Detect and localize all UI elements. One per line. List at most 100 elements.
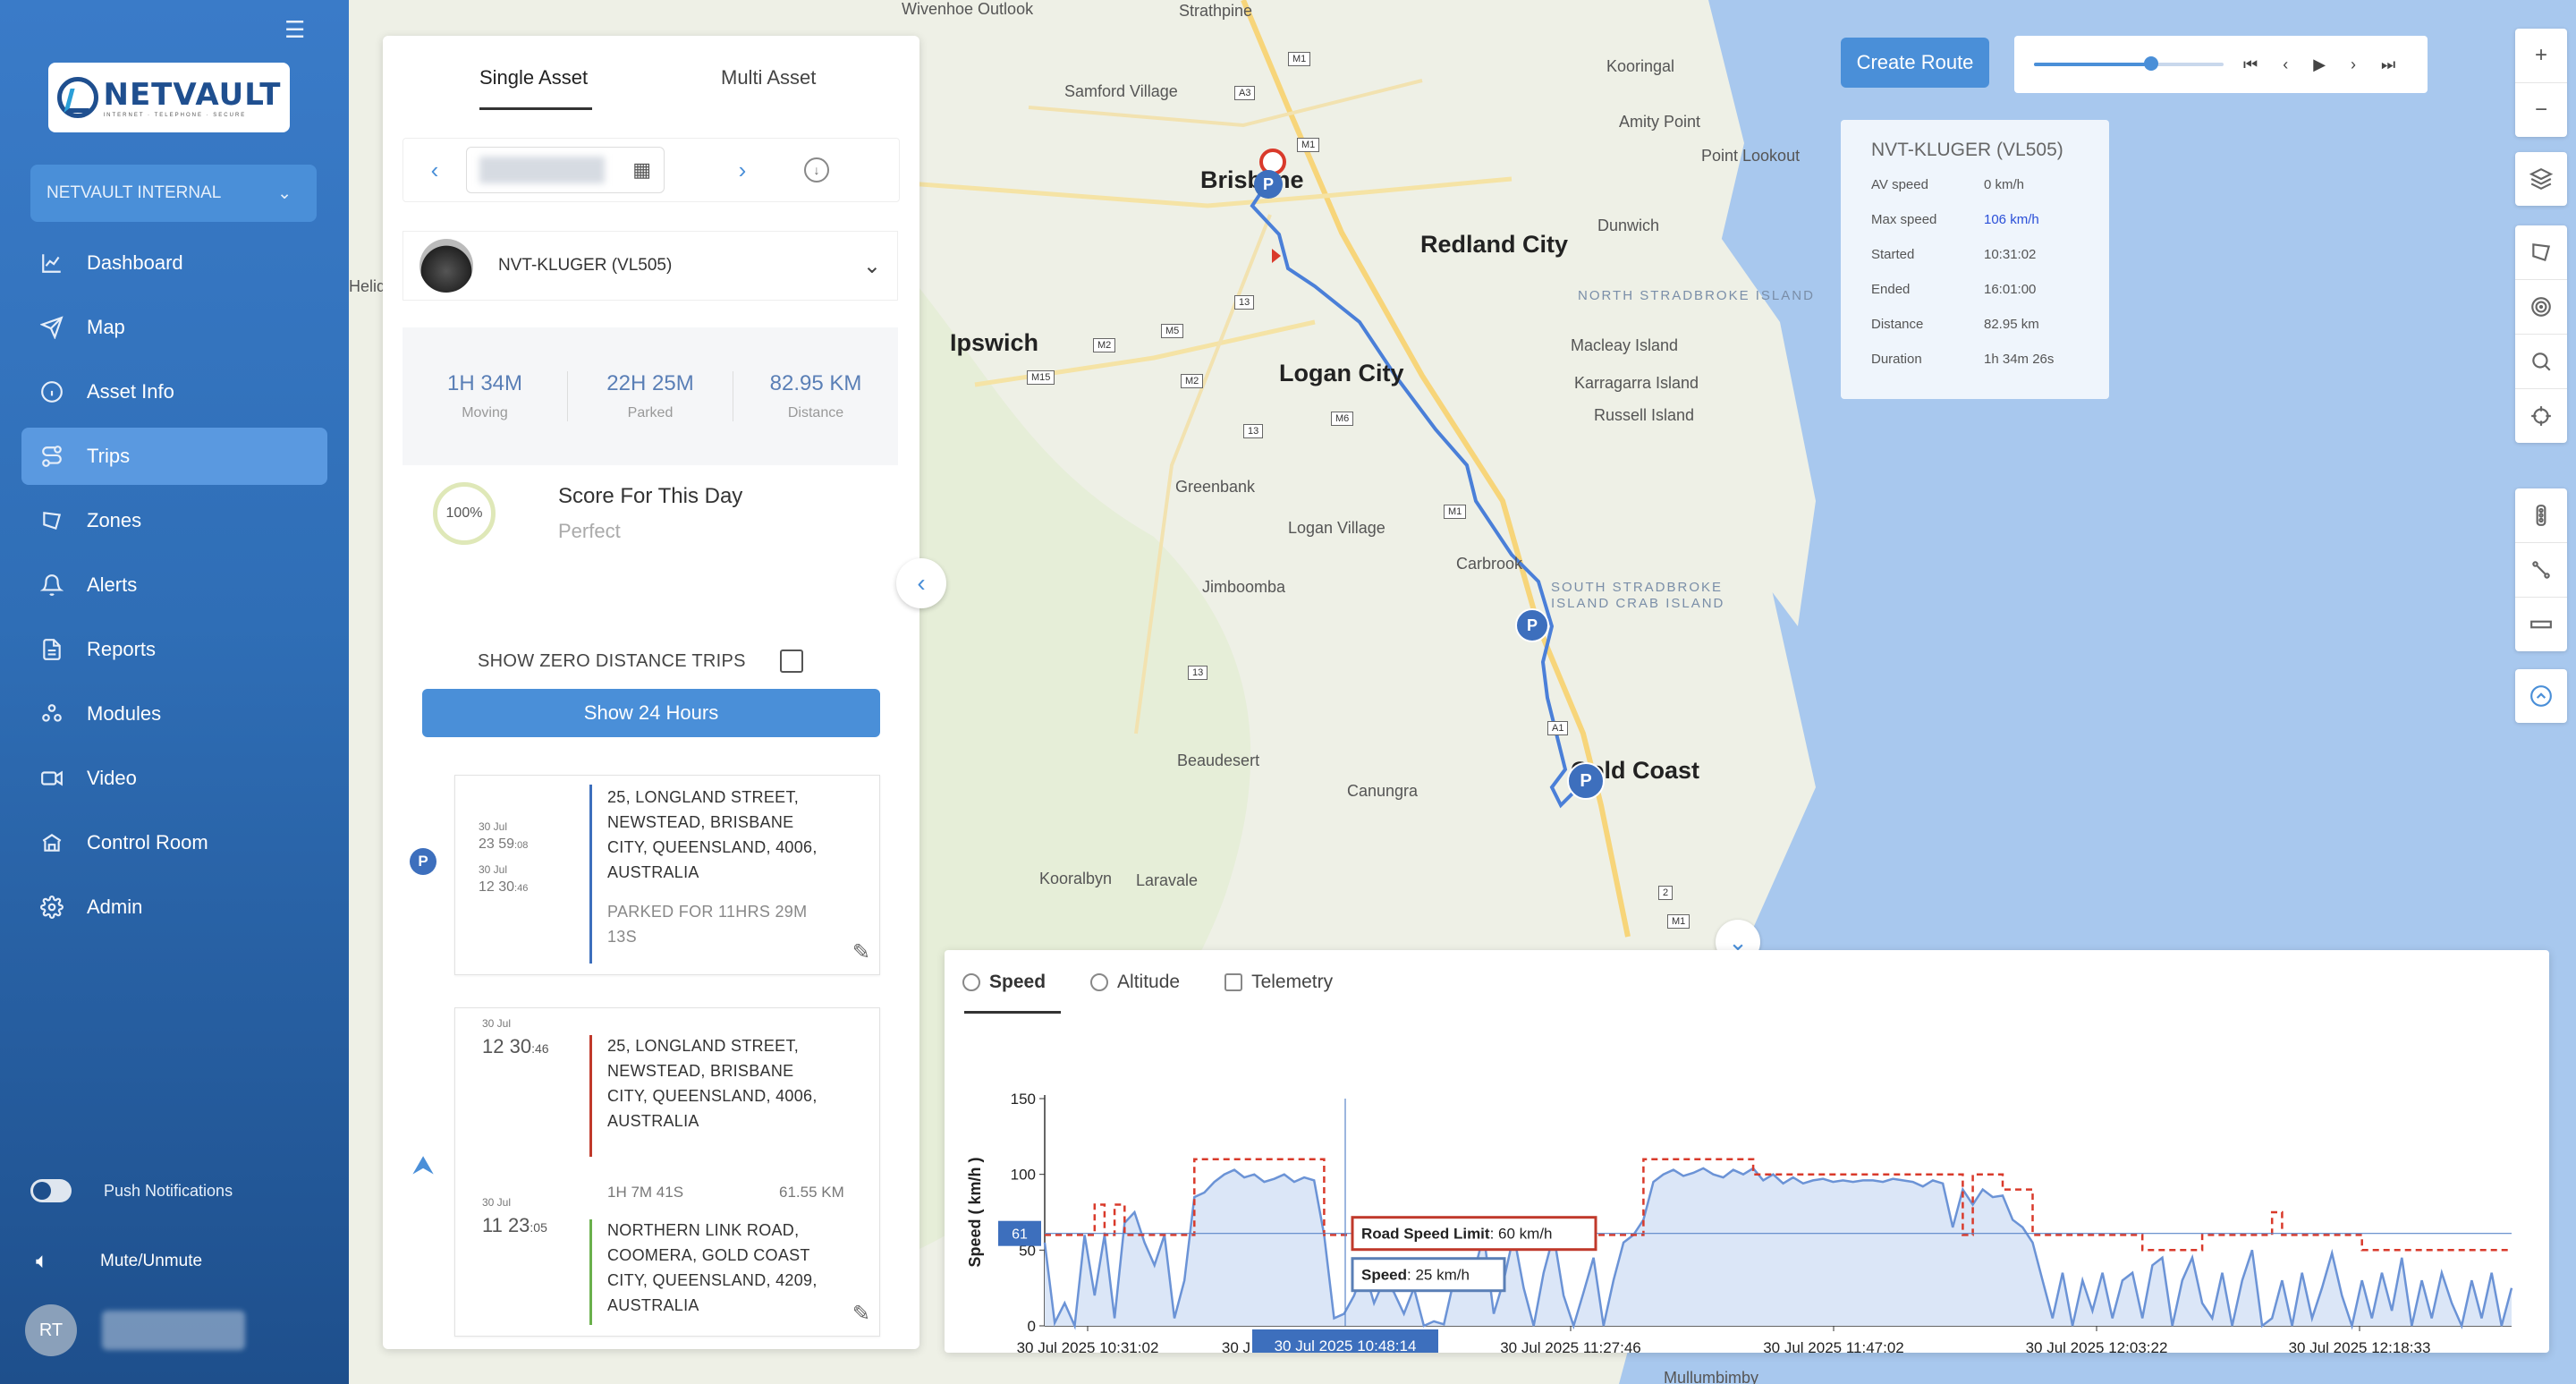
day-score: 100% Score For This Day Perfect [433, 469, 880, 558]
show-24-hours-button[interactable]: Show 24 Hours [422, 689, 880, 737]
step-back-icon[interactable]: ‹ [2283, 55, 2288, 74]
traffic-light-icon[interactable] [2515, 488, 2567, 543]
calendar-icon: ▦ [632, 158, 651, 181]
stat-distance: 82.95 KM Distance [733, 371, 898, 421]
zoom-out-icon[interactable]: − [2515, 83, 2567, 137]
edit-icon[interactable]: ✎ [852, 1301, 870, 1327]
road-shield: M1 [1297, 138, 1320, 152]
map-collapse-tools [2515, 669, 2567, 723]
sidebar-item-control-room[interactable]: Control Room [21, 814, 327, 871]
end-time: 12 30:46 [479, 879, 529, 895]
tab-telemetry[interactable]: Telemetry [1224, 972, 1333, 993]
ruler-icon[interactable] [2515, 598, 2567, 651]
tab-altitude[interactable]: Altitude [1090, 972, 1180, 993]
asset-mode-tabs: Single Asset Multi Asset [383, 66, 919, 120]
speed-chart[interactable]: 050100150Speed ( km/h )30 Jul 2025 10:31… [945, 1022, 2549, 1353]
skip-to-end-icon[interactable]: ⏭ [2381, 55, 2395, 74]
parked-card[interactable]: 30 Jul 23 59:08 30 Jul 12 30:46 25, LONG… [454, 775, 880, 975]
video-icon [39, 766, 64, 791]
chevron-up-circle-icon[interactable] [2515, 669, 2567, 723]
push-notifications-toggle[interactable] [30, 1179, 72, 1202]
date-picker-field[interactable]: ▦ [466, 147, 665, 193]
map-water-label: NORTH STRADBROKE ISLAND [1578, 288, 1815, 303]
zoom-in-icon[interactable]: + [2515, 29, 2567, 83]
road-shield: A1 [1547, 721, 1569, 735]
info-value: 0 km/h [1984, 177, 2025, 192]
sidebar-item-zones[interactable]: Zones [21, 492, 327, 549]
chevron-down-icon: ⌄ [277, 183, 292, 203]
edit-icon[interactable]: ✎ [852, 939, 870, 965]
tab-label: Speed [989, 972, 1046, 992]
sidebar-item-asset-info[interactable]: Asset Info [21, 363, 327, 420]
search-location-icon[interactable] [2515, 335, 2567, 389]
user-profile[interactable]: RT [25, 1304, 245, 1356]
sidebar-item-admin[interactable]: Admin [21, 879, 327, 936]
tab-single-asset[interactable]: Single Asset [479, 66, 588, 89]
map-place-label: Wivenhoe Outlook [902, 0, 1034, 18]
previous-day-icon[interactable]: ‹ [403, 157, 466, 184]
map-place-label: Mullumbimby [1664, 1369, 1759, 1384]
info-key: Max speed [1871, 212, 1937, 227]
geofence-icon[interactable] [2515, 280, 2567, 335]
stat-label: Moving [462, 405, 508, 420]
road-shield: 2 [1658, 886, 1674, 900]
organization-select[interactable]: NETVAULT INTERNAL ⌄ [30, 165, 317, 222]
tab-multi-asset[interactable]: Multi Asset [721, 66, 816, 89]
download-icon[interactable]: ↓ [804, 157, 829, 183]
sidebar-item-modules[interactable]: Modules [21, 685, 327, 743]
map-place-label: Ipswich [950, 329, 1039, 356]
draw-zone-icon[interactable] [2515, 225, 2567, 280]
score-subtitle: Perfect [558, 520, 621, 542]
road-shield: 13 [1234, 295, 1255, 310]
stat-label: Parked [627, 405, 674, 420]
zoom-controls: + − [2515, 29, 2567, 137]
info-value: 106 km/h [1984, 212, 2039, 227]
collapse-panel-button[interactable]: ‹ [896, 558, 946, 608]
chart-tabs: Speed Altitude Telemetry [962, 972, 1333, 993]
chart-line-icon [39, 250, 64, 276]
map-place-label: Greenbank [1175, 478, 1256, 496]
sidebar-item-dashboard[interactable]: Dashboard [21, 234, 327, 292]
stat-parked: 22H 25M Parked [568, 371, 733, 421]
parking-marker-icon[interactable]: P [1515, 608, 1549, 642]
create-route-button[interactable]: Create Route [1841, 38, 1989, 88]
skip-to-start-icon[interactable]: ⏮ [2243, 55, 2258, 74]
asset-selector[interactable]: NVT-KLUGER (VL505) ⌄ [402, 231, 898, 301]
tab-speed[interactable]: Speed [962, 972, 1046, 993]
speed-area [1045, 1167, 2512, 1326]
parking-marker-icon[interactable]: P [1567, 762, 1605, 800]
play-icon[interactable]: ▶ [2313, 55, 2326, 74]
layers-icon[interactable] [2515, 152, 2567, 206]
map-draw-tools [2515, 225, 2567, 443]
user-name-redacted [102, 1311, 245, 1350]
sidebar-item-video[interactable]: Video [21, 750, 327, 807]
sidebar-item-trips[interactable]: Trips [21, 428, 327, 485]
map-water-label: SOUTH STRADBROKE ISLAND CRAB ISLAND [1551, 580, 1725, 611]
step-forward-icon[interactable]: › [2351, 55, 2356, 74]
speedometer-icon [962, 973, 980, 991]
parking-marker-icon[interactable]: P [1254, 170, 1283, 199]
crosshair-icon[interactable] [2515, 389, 2567, 443]
sidebar-nav: Dashboard Map Asset Info Trips Zones Ale… [21, 234, 327, 943]
trip-duration: 1H 7M 41S [607, 1184, 684, 1201]
road-shield: 13 [1243, 424, 1264, 438]
trip-card[interactable]: 30 Jul 12 30:46 25, LONGLAND STREET, NEW… [454, 1007, 880, 1337]
trip-end-bar [589, 1219, 592, 1325]
zero-distance-checkbox[interactable] [779, 650, 803, 673]
stat-moving: 1H 34M Moving [402, 371, 568, 421]
sidebar-item-alerts[interactable]: Alerts [21, 556, 327, 614]
info-key: AV speed [1871, 177, 1928, 192]
sidebar-item-label: Reports [87, 638, 157, 660]
playback-slider-knob[interactable] [2144, 56, 2159, 71]
route-points-icon[interactable] [2515, 543, 2567, 598]
map-place-label: Karragarra Island [1574, 374, 1699, 392]
date-navigator: ‹ ▦ › ↓ [402, 138, 900, 202]
playback-slider[interactable] [2034, 56, 2224, 71]
mute-unmute-button[interactable]: 🔈︎ Mute/Unmute [36, 1249, 202, 1274]
sidebar-item-reports[interactable]: Reports [21, 621, 327, 678]
sidebar-item-map[interactable]: Map [21, 299, 327, 356]
next-day-icon[interactable]: › [711, 157, 774, 184]
sidebar-item-label: Modules [87, 702, 162, 725]
tab-label: Telemetry [1251, 972, 1334, 992]
collapse-menu-icon[interactable]: ☰ [284, 18, 311, 41]
